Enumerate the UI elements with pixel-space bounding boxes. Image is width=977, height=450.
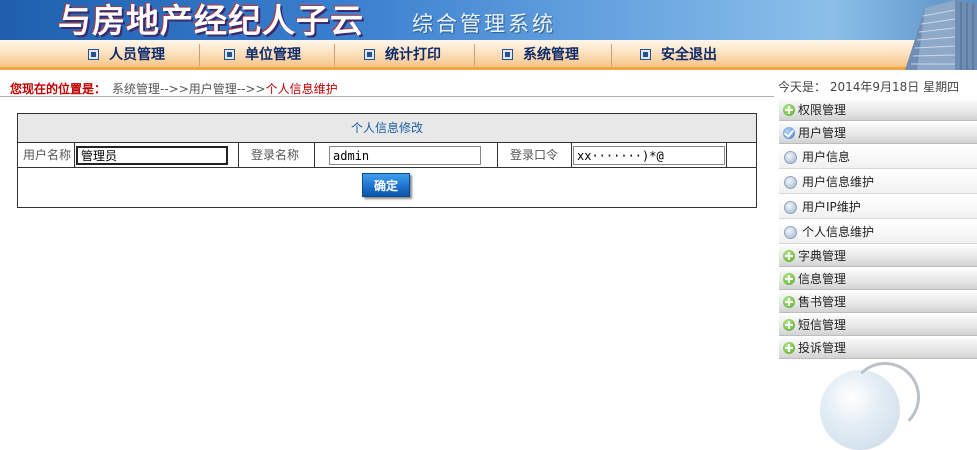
cell-divider — [74, 143, 75, 167]
nav-item-statistics[interactable]: 统计打印 — [364, 45, 441, 65]
nav-item-units[interactable]: 单位管理 — [224, 45, 301, 65]
confirm-button[interactable]: 确定 — [362, 173, 410, 197]
plus-circle-icon — [783, 296, 795, 308]
bullet-icon — [784, 151, 797, 164]
breadcrumb-divider — [0, 96, 774, 97]
cell-divider — [497, 143, 498, 167]
sidebar-item-sms[interactable]: 短信管理 — [779, 315, 977, 336]
square-bullet-icon — [640, 49, 651, 60]
nav-label: 人员管理 — [109, 47, 165, 63]
form-title: 个人信息修改 — [18, 114, 756, 143]
sidebar-subitem-user-ip[interactable]: 用户IP维护 — [779, 196, 977, 219]
breadcrumb-current: 个人信息维护 — [265, 82, 338, 96]
sidebar-item-user-management[interactable]: 用户管理 — [779, 123, 977, 144]
nav-item-personnel[interactable]: 人员管理 — [88, 45, 165, 65]
sidebar-item-dictionary[interactable]: 字典管理 — [779, 246, 977, 267]
sidebar-item-label: 权限管理 — [798, 103, 847, 117]
password-input[interactable] — [573, 146, 725, 165]
sidebar-item-label: 用户管理 — [798, 126, 847, 140]
check-circle-icon — [783, 127, 795, 139]
nav-label: 安全退出 — [661, 47, 717, 63]
nav-item-logout[interactable]: 安全退出 — [640, 45, 717, 65]
sidebar-subitem-label: 个人信息维护 — [802, 225, 875, 239]
plus-circle-icon — [783, 104, 795, 116]
sidebar-subitem-user-info-maintenance[interactable]: 用户信息维护 — [779, 171, 977, 194]
personal-info-form: 个人信息修改 用户名称 登录名称 登录口令 确定 — [17, 113, 757, 208]
building-graphic — [905, 0, 977, 70]
nav-label: 系统管理 — [523, 47, 579, 63]
nav-separator — [474, 44, 475, 66]
cell-divider — [726, 143, 727, 167]
globe-stand-graphic — [850, 362, 920, 432]
nav-separator — [199, 44, 200, 66]
nav-label: 单位管理 — [245, 47, 301, 63]
bullet-icon — [784, 176, 797, 189]
sidebar-item-permissions[interactable]: 权限管理 — [779, 100, 977, 121]
plus-circle-icon — [783, 342, 795, 354]
breadcrumb-path: 系统管理-->>用户管理-->> — [112, 82, 266, 96]
sidebar-item-label: 售书管理 — [798, 295, 847, 309]
sidebar-item-book-sales[interactable]: 售书管理 — [779, 292, 977, 313]
app-title: 与房地产经纪人子云 — [58, 1, 364, 40]
sidebar-menu: 权限管理 用户管理 用户信息 用户信息维护 用户IP维护 个人信息维护 字典管理… — [779, 100, 977, 361]
square-bullet-icon — [364, 49, 375, 60]
plus-circle-icon — [783, 319, 795, 331]
sidebar-item-label: 短信管理 — [798, 318, 847, 332]
bullet-icon — [784, 201, 797, 214]
square-bullet-icon — [224, 49, 235, 60]
username-label: 用户名称 — [23, 148, 72, 162]
plus-circle-icon — [783, 273, 795, 285]
cell-divider — [314, 143, 315, 167]
bullet-icon — [784, 226, 797, 239]
sidebar-item-label: 信息管理 — [798, 272, 847, 286]
password-label: 登录口令 — [510, 148, 559, 162]
sidebar-item-complaints[interactable]: 投诉管理 — [779, 338, 977, 359]
login-name-label: 登录名称 — [251, 148, 300, 162]
sidebar-subitem-user-info[interactable]: 用户信息 — [779, 146, 977, 169]
sidebar-subitem-label: 用户IP维护 — [802, 200, 861, 214]
nav-separator — [334, 44, 335, 66]
nav-item-system[interactable]: 系统管理 — [502, 45, 579, 65]
square-bullet-icon — [502, 49, 513, 60]
sidebar-item-label: 投诉管理 — [798, 341, 847, 355]
sidebar-subitem-personal-info[interactable]: 个人信息维护 — [779, 221, 977, 244]
date-display: 今天是： 2014年9月18日 星期四 — [778, 80, 960, 94]
app-subtitle: 综合管理系统 — [412, 12, 556, 36]
top-nav: 人员管理 单位管理 统计打印 系统管理 安全退出 — [0, 40, 977, 70]
nav-label: 统计打印 — [385, 47, 441, 63]
login-name-input[interactable] — [329, 146, 481, 165]
sidebar-item-information[interactable]: 信息管理 — [779, 269, 977, 290]
cell-divider — [238, 143, 239, 167]
sidebar-subitem-label: 用户信息 — [802, 150, 851, 164]
username-input[interactable] — [76, 146, 228, 165]
nav-separator — [611, 44, 612, 66]
header-banner: 与房地产经纪人子云 综合管理系统 — [0, 0, 977, 40]
sidebar-subitem-label: 用户信息维护 — [802, 175, 875, 189]
breadcrumb-label: 您现在的位置是： — [10, 82, 107, 96]
cell-divider — [571, 143, 572, 167]
sidebar-item-label: 字典管理 — [798, 249, 847, 263]
form-row: 用户名称 登录名称 登录口令 — [18, 143, 756, 168]
square-bullet-icon — [88, 49, 99, 60]
breadcrumb: 您现在的位置是： 系统管理-->>用户管理-->>个人信息维护 — [10, 80, 338, 97]
plus-circle-icon — [783, 250, 795, 262]
